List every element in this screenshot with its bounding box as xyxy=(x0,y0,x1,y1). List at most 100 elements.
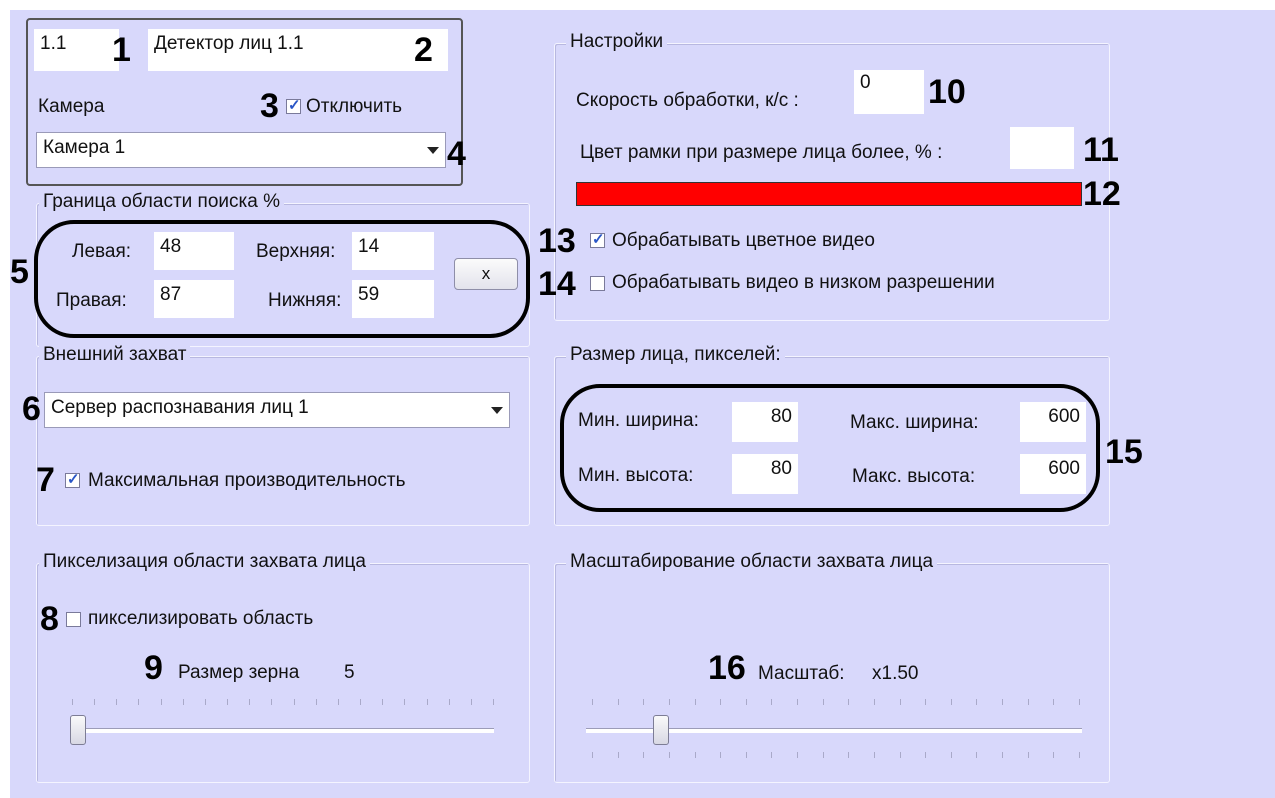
grain-slider-thumb[interactable] xyxy=(70,715,86,745)
left-input[interactable]: 48 xyxy=(154,232,234,270)
slider-tick xyxy=(449,699,450,705)
callout-6: 6 xyxy=(22,390,41,428)
callout-8: 8 xyxy=(40,600,59,638)
recognition-server-select[interactable]: Сервер распознавания лиц 1 xyxy=(44,392,510,428)
camera-label: Камера xyxy=(38,96,105,117)
slider-tick xyxy=(695,752,696,758)
settings-legend: Настройки xyxy=(566,31,668,53)
slider-tick xyxy=(746,699,747,705)
callout-9: 9 xyxy=(144,649,163,687)
scale-slider-ticks-top xyxy=(592,699,1080,705)
chevron-down-icon xyxy=(427,147,439,154)
right-input[interactable]: 87 xyxy=(154,280,234,318)
bottom-input[interactable]: 59 xyxy=(352,280,434,318)
max-height-label: Макс. высота: xyxy=(852,466,976,487)
slider-tick xyxy=(72,699,73,705)
callout-14: 14 xyxy=(538,265,576,303)
min-width-input[interactable]: 80 xyxy=(732,402,798,442)
processing-speed-label: Скорость обработки, к/с : xyxy=(576,90,799,111)
min-height-input[interactable]: 80 xyxy=(732,454,798,494)
slider-tick xyxy=(771,752,772,758)
processing-speed-input[interactable]: 0 xyxy=(854,70,924,114)
callout-1: 1 xyxy=(112,31,131,69)
frame-color-swatch[interactable] xyxy=(576,182,1082,206)
slider-tick xyxy=(951,699,952,705)
slider-tick xyxy=(471,699,472,705)
slider-tick xyxy=(592,699,593,705)
slider-tick xyxy=(797,699,798,705)
top-label: Верхняя: xyxy=(256,241,336,262)
slider-tick xyxy=(94,699,95,705)
slider-tick xyxy=(848,752,849,758)
slider-tick xyxy=(1079,752,1080,758)
slider-tick xyxy=(1028,699,1029,705)
slider-tick xyxy=(294,699,295,705)
slider-tick xyxy=(404,699,405,705)
max-width-label: Макс. ширина: xyxy=(850,412,979,433)
low-res-label: Обрабатывать видео в низком разрешении xyxy=(612,272,995,293)
chevron-down-icon xyxy=(491,407,503,414)
slider-tick xyxy=(427,699,428,705)
slider-tick xyxy=(643,752,644,758)
slider-tick xyxy=(1002,752,1003,758)
disable-checkbox[interactable]: ✓ xyxy=(286,97,301,114)
max-width-input[interactable]: 600 xyxy=(1020,402,1086,442)
frame-color-label: Цвет рамки при размере лица более, % : xyxy=(580,142,943,163)
slider-tick xyxy=(848,699,849,705)
object-name-field[interactable]: Детектор лиц 1.1 xyxy=(148,29,448,71)
slider-tick xyxy=(271,699,272,705)
left-label: Левая: xyxy=(72,241,132,262)
max-performance-checkbox[interactable]: ✓ xyxy=(65,471,80,488)
color-video-checkbox[interactable]: ✓ xyxy=(590,231,605,248)
slider-tick xyxy=(823,752,824,758)
slider-tick xyxy=(183,699,184,705)
slider-tick xyxy=(227,699,228,705)
callout-15: 15 xyxy=(1105,433,1143,471)
slider-tick xyxy=(116,699,117,705)
slider-tick xyxy=(874,699,875,705)
scale-slider-thumb[interactable] xyxy=(653,715,669,745)
max-height-input[interactable]: 600 xyxy=(1020,454,1086,494)
object-id-field[interactable]: 1.1 xyxy=(34,29,119,71)
callout-13: 13 xyxy=(538,222,576,260)
slider-tick xyxy=(797,752,798,758)
bottom-label: Нижняя: xyxy=(268,290,342,311)
slider-tick xyxy=(360,699,361,705)
slider-tick xyxy=(746,752,747,758)
slider-tick xyxy=(695,699,696,705)
slider-tick xyxy=(316,699,317,705)
disable-label: Отключить xyxy=(306,96,403,117)
callout-2: 2 xyxy=(414,31,433,69)
slider-tick xyxy=(1028,752,1029,758)
slider-tick xyxy=(823,699,824,705)
slider-tick xyxy=(161,699,162,705)
grain-slider-track xyxy=(70,728,494,733)
frame-color-input[interactable] xyxy=(1010,127,1074,169)
slider-tick xyxy=(618,699,619,705)
slider-tick xyxy=(338,699,339,705)
slider-tick xyxy=(874,752,875,758)
callout-4: 4 xyxy=(447,135,466,173)
min-width-label: Мин. ширина: xyxy=(578,410,699,431)
camera-select[interactable]: Камера 1 xyxy=(36,132,446,168)
slider-tick xyxy=(669,699,670,705)
face-size-legend: Размер лица, пикселей: xyxy=(566,344,785,366)
reset-bounds-button[interactable]: x xyxy=(454,258,518,290)
scale-value: x1.50 xyxy=(872,663,919,684)
slider-tick xyxy=(951,752,952,758)
slider-tick xyxy=(205,699,206,705)
max-performance-label: Максимальная производительность xyxy=(88,470,406,491)
pixelate-checkbox[interactable] xyxy=(66,612,81,627)
top-input[interactable]: 14 xyxy=(352,232,434,270)
slider-tick xyxy=(720,699,721,705)
slider-tick xyxy=(900,699,901,705)
search-area-legend: Граница области поиска % xyxy=(39,191,284,213)
slider-tick xyxy=(771,699,772,705)
callout-10: 10 xyxy=(928,73,966,111)
slider-tick xyxy=(976,752,977,758)
camera-select-value: Камера 1 xyxy=(43,137,126,158)
grain-size-label: Размер зерна xyxy=(178,662,300,683)
low-res-checkbox[interactable] xyxy=(590,276,605,291)
face-detector-settings-panel: 1.1 1 Детектор лиц 1.1 2 Камера 3 ✓ Откл… xyxy=(10,10,1275,798)
color-video-label: Обрабатывать цветное видео xyxy=(612,230,875,251)
